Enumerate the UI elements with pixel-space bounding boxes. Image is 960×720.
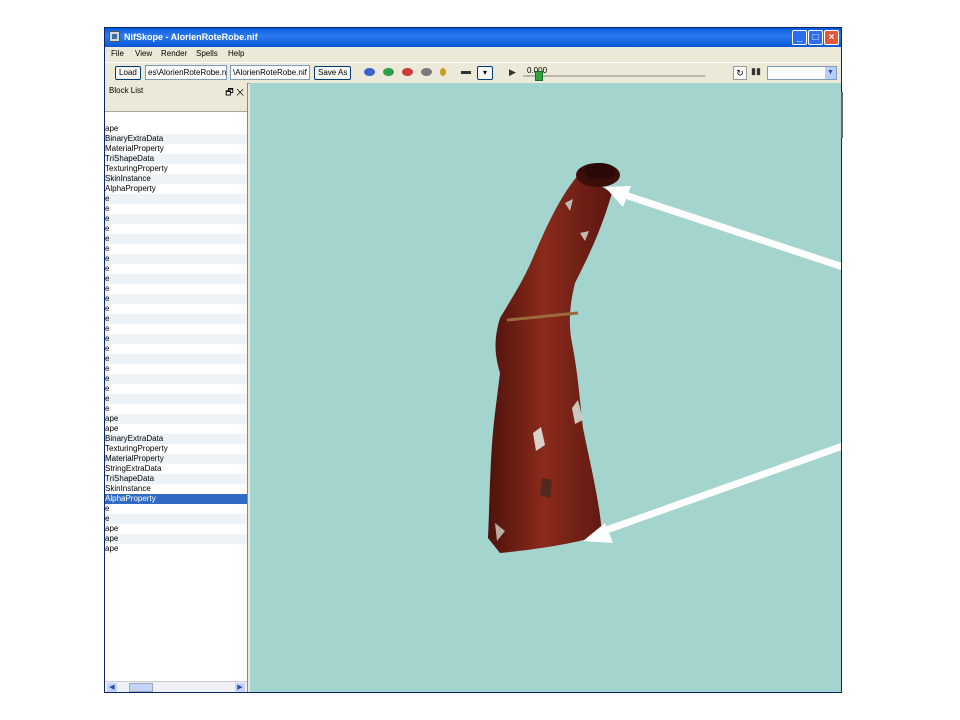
walk-icon[interactable] (440, 68, 446, 76)
block-list-row[interactable]: e (105, 374, 247, 384)
block-list-row[interactable]: AlphaProperty (105, 184, 247, 194)
nifskope-window: NifSkope - AlorienRoteRobe.nif _ □ × Fil… (104, 27, 842, 693)
chevron-down-icon[interactable]: ▼ (825, 67, 836, 79)
render-viewport[interactable] (250, 83, 841, 692)
minimize-button[interactable]: _ (792, 30, 807, 45)
undock-icon[interactable]: 🗗 (225, 87, 233, 97)
block-list-row[interactable]: e (105, 214, 247, 224)
block-list-row[interactable]: StringExtraData (105, 464, 247, 474)
block-list-row[interactable]: ape (105, 414, 247, 424)
toolbar: Load es\AlorienRoteRobe.nif \AlorienRote… (105, 62, 841, 84)
horizontal-scrollbar[interactable]: ◀ ▶ (105, 681, 247, 692)
block-list-header: Block List 🗗 ✕ (105, 83, 247, 97)
menu-help[interactable]: Help (228, 49, 244, 58)
axis-icon[interactable] (461, 71, 471, 74)
close-panel-icon[interactable]: ✕ (236, 87, 244, 97)
block-list-row[interactable]: ape (105, 124, 247, 134)
block-list-title: Block List (109, 86, 144, 95)
menu-file[interactable]: File (111, 49, 124, 58)
view-dropdown-button[interactable]: ▾ (477, 66, 493, 80)
block-list-row[interactable]: e (105, 234, 247, 244)
block-list-row[interactable]: e (105, 264, 247, 274)
animation-select[interactable]: ▼ (767, 66, 837, 80)
block-list-row[interactable]: BinaryExtraData (105, 134, 247, 144)
save-path-field[interactable]: \AlorienRoteRobe.nif (230, 65, 310, 80)
close-button[interactable]: × (824, 30, 839, 45)
block-list-panel: Block List 🗗 ✕ ape BinaryExtraData Materia… (105, 83, 248, 692)
view-front-icon[interactable] (364, 68, 375, 76)
scroll-thumb[interactable] (129, 683, 153, 692)
arrow-bottom (596, 442, 841, 537)
block-list-row[interactable]: TriShapeData (105, 154, 247, 164)
loop-icon[interactable]: ↻ (733, 66, 747, 80)
block-list-row[interactable]: e (105, 384, 247, 394)
block-list-row[interactable]: e (105, 294, 247, 304)
block-list-row[interactable]: e (105, 354, 247, 364)
block-list-row[interactable]: BinaryExtraData (105, 434, 247, 444)
menu-render[interactable]: Render (161, 49, 187, 58)
block-list-row[interactable]: e (105, 404, 247, 414)
block-list-row[interactable]: e (105, 204, 247, 214)
block-list-row[interactable]: e (105, 314, 247, 324)
animation-slider[interactable] (523, 75, 705, 77)
block-list-row[interactable]: ape (105, 524, 247, 534)
block-list-row[interactable]: TexturingProperty (105, 164, 247, 174)
block-list-row[interactable]: e (105, 504, 247, 514)
block-list-row[interactable]: ape (105, 534, 247, 544)
block-list-row[interactable]: e (105, 334, 247, 344)
view-side-icon[interactable] (383, 68, 394, 76)
block-list-row[interactable]: e (105, 324, 247, 334)
block-list-row[interactable]: MaterialProperty (105, 144, 247, 154)
menu-view[interactable]: View (135, 49, 152, 58)
block-list-row[interactable]: e (105, 344, 247, 354)
window-edge (841, 92, 843, 138)
view-user-icon[interactable] (421, 68, 432, 76)
switch-anim-icon[interactable]: ▮▮ (751, 66, 761, 77)
block-list-row[interactable]: e (105, 194, 247, 204)
title-bar[interactable]: NifSkope - AlorienRoteRobe.nif _ □ × (105, 28, 841, 47)
block-list-row[interactable]: e (105, 224, 247, 234)
maximize-button[interactable]: □ (808, 30, 823, 45)
load-path-field[interactable]: es\AlorienRoteRobe.nif (145, 65, 227, 80)
block-list-row[interactable]: e (105, 284, 247, 294)
block-list-row[interactable]: ape (105, 424, 247, 434)
scroll-right-icon[interactable]: ▶ (235, 683, 245, 692)
block-list-row[interactable]: e (105, 254, 247, 264)
block-list-row[interactable]: SkinInstance (105, 174, 247, 184)
block-list-row[interactable]: MaterialProperty (105, 454, 247, 464)
block-list-row[interactable]: e (105, 274, 247, 284)
load-button[interactable]: Load (115, 66, 141, 80)
block-list-row[interactable]: e (105, 394, 247, 404)
block-list-row[interactable]: e (105, 244, 247, 254)
block-list-row[interactable]: e (105, 514, 247, 524)
menu-spells[interactable]: Spells (196, 49, 218, 58)
robe-model (488, 163, 841, 553)
column-header[interactable] (105, 97, 247, 112)
play-icon[interactable]: ▶ (509, 67, 516, 78)
save-as-button[interactable]: Save As (314, 66, 352, 80)
block-list-row[interactable]: e (105, 364, 247, 374)
menu-bar: File View Render Spells Help (105, 47, 841, 61)
block-list-row[interactable]: ape (105, 544, 247, 554)
window-title: NifSkope - AlorienRoteRobe.nif (124, 32, 258, 42)
view-top-icon[interactable] (402, 68, 413, 76)
block-list-rows: ape BinaryExtraData MaterialProperty TriSha… (105, 124, 247, 554)
block-list-row[interactable]: AlphaProperty (105, 494, 247, 504)
block-list-row[interactable]: TriShapeData (105, 474, 247, 484)
animation-slider-thumb[interactable] (535, 71, 543, 81)
app-icon (109, 31, 120, 42)
block-list-row[interactable]: SkinInstance (105, 484, 247, 494)
arrow-top (611, 187, 841, 271)
scroll-left-icon[interactable]: ◀ (107, 683, 117, 692)
block-list-row[interactable]: TexturingProperty (105, 444, 247, 454)
block-list-row[interactable]: e (105, 304, 247, 314)
